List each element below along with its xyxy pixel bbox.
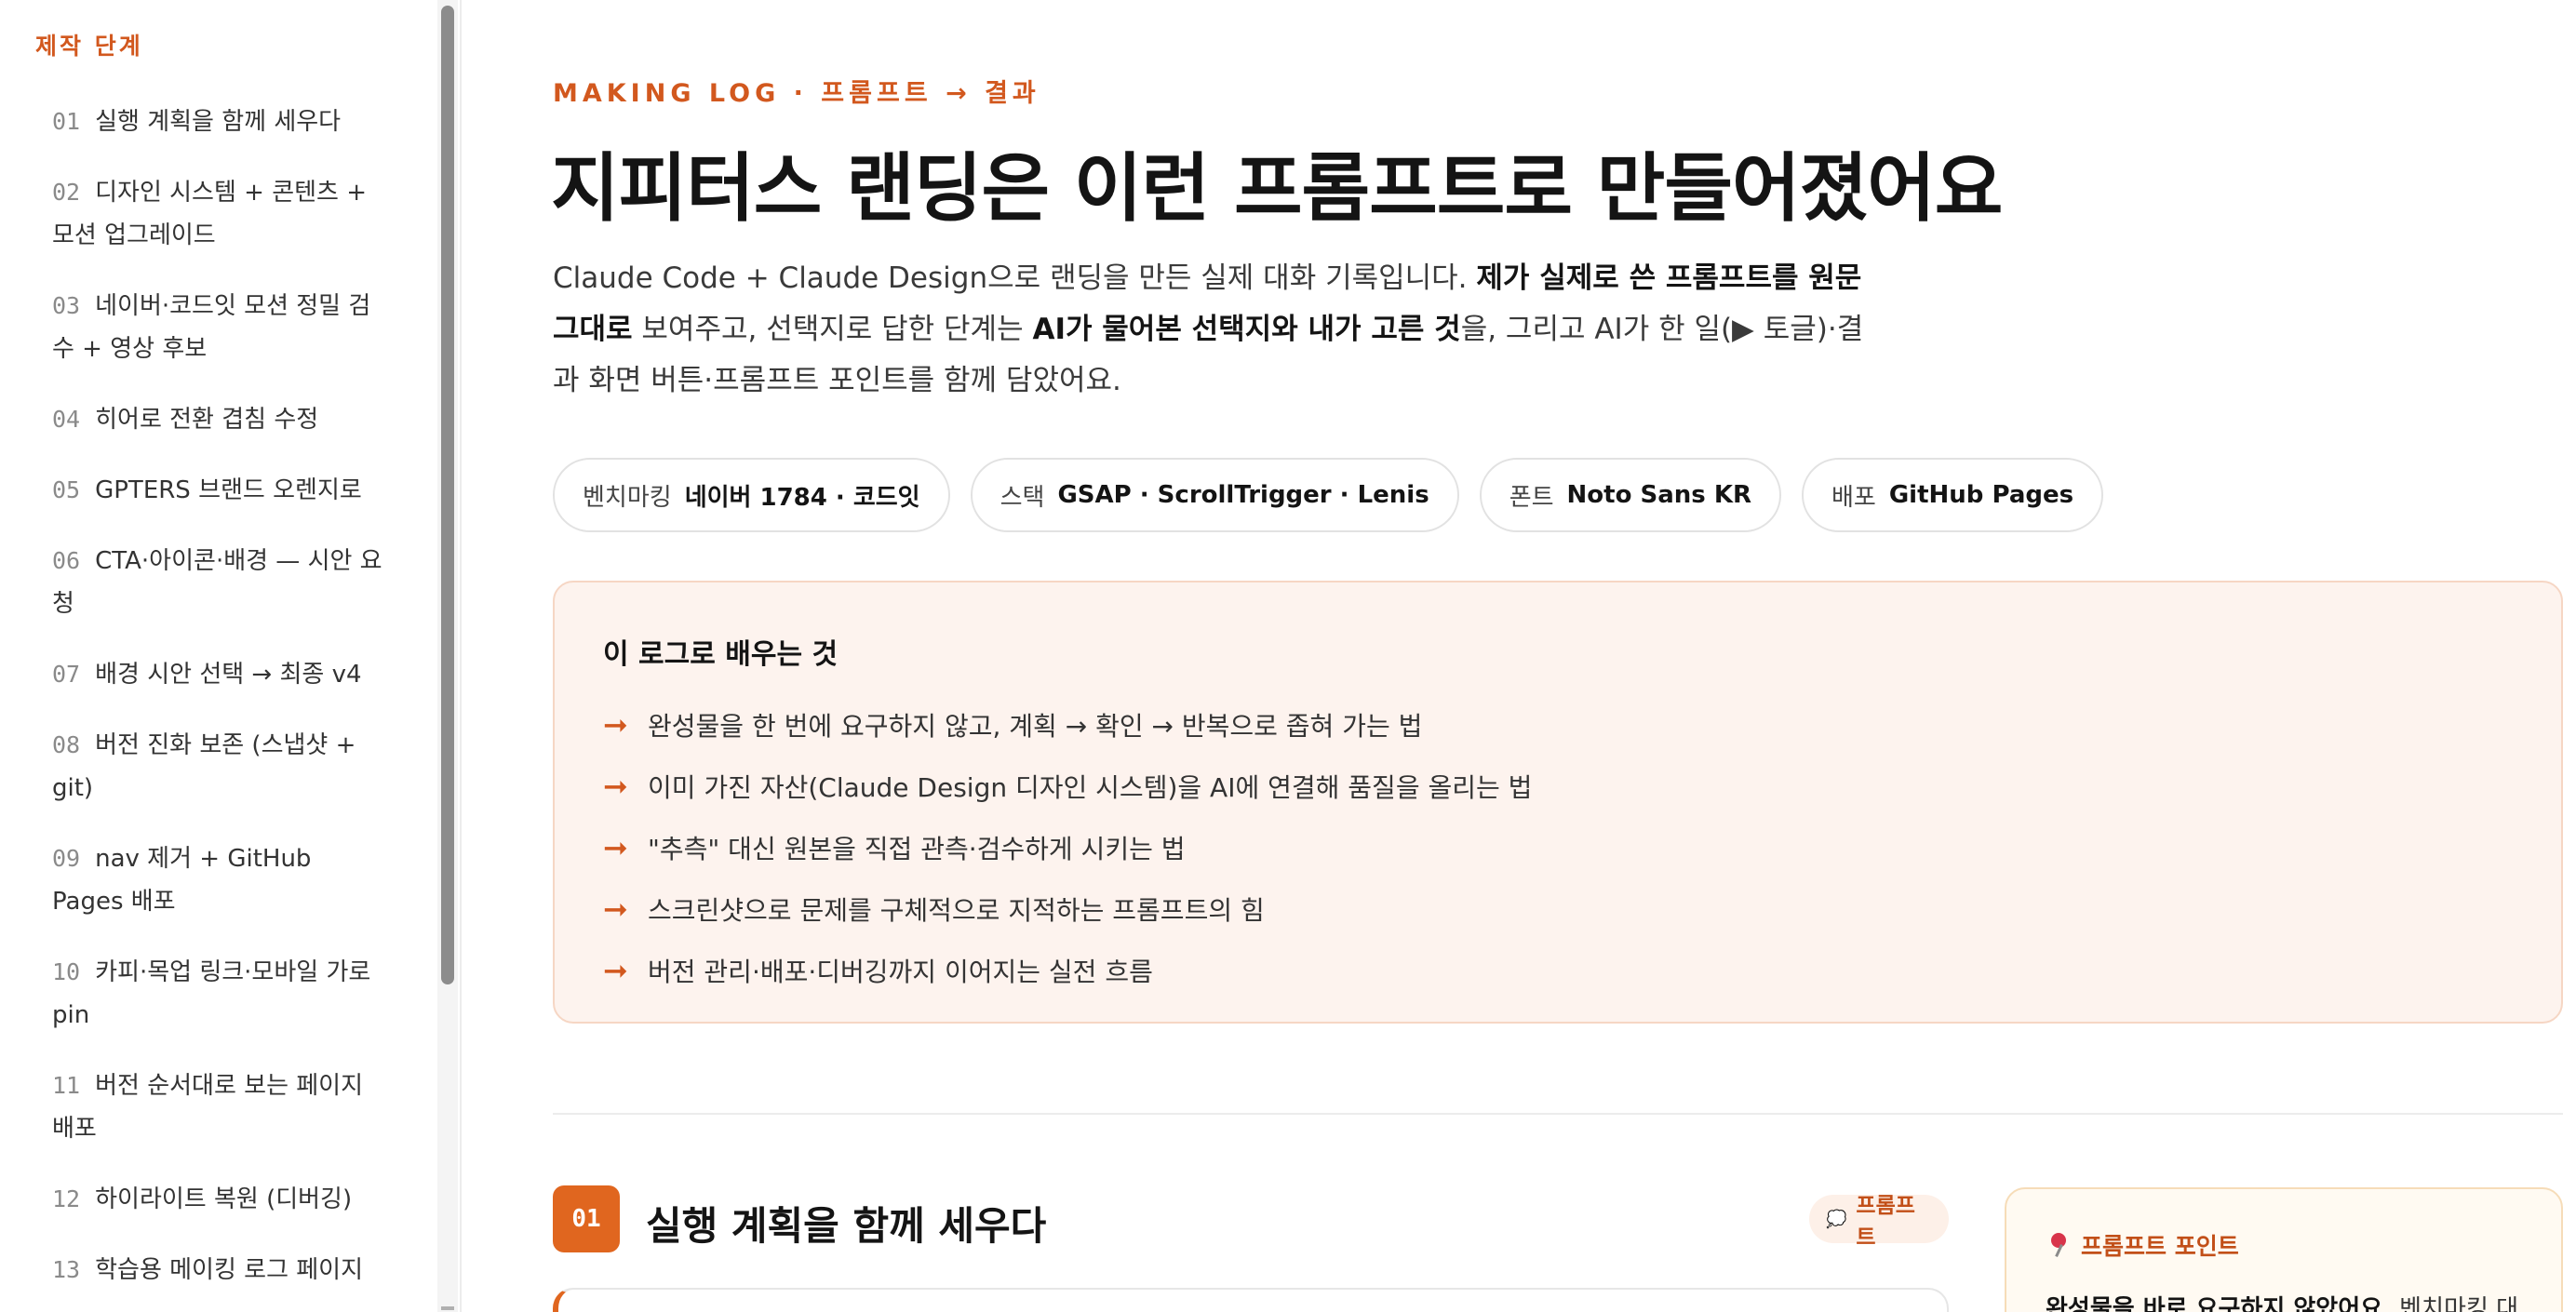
sidebar-step-03[interactable]: 03 네이버·코드잇 모션 정밀 검수 + 영상 후보 — [52, 285, 387, 370]
sidebar-step-01[interactable]: 01 실행 계획을 함께 세우다 — [52, 100, 387, 143]
step-label: 학습용 메이킹 로그 페이지 — [95, 1256, 364, 1284]
chip-key: 배포 — [1831, 483, 1876, 512]
step-label: 히어로 전환 겹침 수정 — [95, 406, 319, 434]
step-number: 01 — [52, 108, 81, 135]
step-number: 05 — [52, 476, 81, 503]
step-number: 09 — [52, 845, 81, 872]
prompt-point-body: 완성물을 바로 요구하지 않았어요. 벤치마킹 대 — [2046, 1290, 2567, 1312]
arrow-right-icon: ➞ — [603, 830, 628, 865]
list-item-text: 완성물을 한 번에 요구하지 않고, 계획 → 확인 → 반복으로 좁혀 가는 … — [648, 711, 1423, 742]
step-number: 04 — [52, 406, 81, 433]
step-label: CTA·아이콘·배경 — 시안 요청 — [52, 547, 382, 618]
step-label: 버전 진화 보존 (스냅샷 + git) — [52, 731, 356, 802]
arrow-right-icon: ➞ — [603, 953, 628, 988]
chip-key: 폰트 — [1509, 483, 1554, 512]
prompt-card — [553, 1288, 1949, 1312]
prompt-point-title: 프롬프트 포인트 — [2046, 1228, 2239, 1262]
prompt-tag: 💭 프롬프트 — [1809, 1194, 1949, 1250]
list-item: ➞ 완성물을 한 번에 요구하지 않고, 계획 → 확인 → 반복으로 좁혀 가는… — [603, 694, 1532, 756]
intro-text-1: Claude Code + Claude Design으로 랜딩을 만든 실제 … — [553, 261, 1477, 295]
step-label: 실행 계획을 함께 세우다 — [95, 108, 342, 136]
step-number: 03 — [52, 292, 81, 319]
sidebar-scrollbar[interactable] — [437, 0, 458, 1312]
sidebar-step-10[interactable]: 10 카피·목업 링크·모바일 가로 pin — [52, 951, 387, 1037]
arrow-right-icon: ➞ — [603, 707, 628, 743]
scroll-down-arrow-icon[interactable] — [441, 1306, 454, 1310]
step-label: 하이라이트 복원 (디버깅) — [95, 1185, 353, 1213]
chip-deploy: 배포 GitHub Pages — [1802, 458, 2104, 532]
chip-value: GitHub Pages — [1888, 481, 2074, 509]
list-item-text: "추측" 대신 원본을 직접 관측·검수하게 시키는 법 — [648, 834, 1186, 864]
sidebar-step-04[interactable]: 04 히어로 전환 겹침 수정 — [52, 398, 387, 441]
step-label: 네이버·코드잇 모션 정밀 검수 + 영상 후보 — [52, 292, 371, 363]
chip-stack: 스택 GSAP · ScrollTrigger · Lenis — [970, 458, 1459, 532]
prompt-point-text: 벤치마킹 대 — [2391, 1295, 2519, 1312]
prompt-point-card: 프롬프트 포인트 완성물을 바로 요구하지 않았어요. 벤치마킹 대 — [2005, 1187, 2563, 1312]
list-item-text: 버전 관리·배포·디버깅까지 이어지는 실전 흐름 — [648, 957, 1153, 987]
list-item: ➞ "추측" 대신 원본을 직접 관측·검수하게 시키는 법 — [603, 817, 1532, 878]
step-list: 01 실행 계획을 함께 세우다 02 디자인 시스템 + 콘텐츠 + 모션 업그레… — [52, 100, 387, 1312]
chip-font: 폰트 Noto Sans KR — [1479, 458, 1781, 532]
prompt-point-label: 프롬프트 포인트 — [2081, 1233, 2239, 1260]
chip-value: GSAP · ScrollTrigger · Lenis — [1057, 481, 1429, 509]
list-item: ➞ 스크린샷으로 문제를 구체적으로 지적하는 프롬프트의 힘 — [603, 878, 1532, 940]
list-item-text: 이미 가진 자산(Claude Design 디자인 시스템)을 AI에 연결해… — [648, 772, 1533, 803]
step-number: 07 — [52, 661, 81, 688]
step-number: 06 — [52, 547, 81, 574]
sidebar-step-02[interactable]: 02 디자인 시스템 + 콘텐츠 + 모션 업그레이드 — [52, 171, 387, 257]
chip-benchmark: 벤치마킹 네이버 1784 · 코드잇 — [553, 458, 950, 532]
step-label: 디자인 시스템 + 콘텐츠 + 모션 업그레이드 — [52, 179, 368, 249]
step-number: 02 — [52, 179, 81, 206]
step-label: GPTERS 브랜드 오렌지로 — [95, 476, 362, 504]
sidebar-step-09[interactable]: 09 nav 제거 + GitHub Pages 배포 — [52, 837, 387, 923]
prompt-point-bold: 완성물을 바로 요구하지 않았어요. — [2046, 1295, 2392, 1312]
speech-bubble-icon: 💭 — [1826, 1209, 1847, 1229]
intro-bold-2: AI가 물어본 선택지와 내가 고른 것 — [1032, 313, 1461, 346]
list-item: ➞ 버전 관리·배포·디버깅까지 이어지는 실전 흐름 — [603, 940, 1532, 1001]
app-window: 제작 단계 01 실행 계획을 함께 세우다 02 디자인 시스템 + 콘텐츠 + … — [0, 0, 2576, 1312]
step-number: 11 — [52, 1072, 81, 1099]
section-divider — [553, 1113, 2563, 1115]
main-content: MAKING LOG · 프롬프트 → 결과 지피터스 랜딩은 이런 프롬프트로… — [462, 0, 2576, 1312]
arrow-right-icon: ➞ — [603, 769, 628, 804]
step-section-01: 01 실행 계획을 함께 세우다 💭 프롬프트 — [553, 1185, 1949, 1312]
sidebar-heading: 제작 단계 — [35, 33, 143, 60]
learning-goals-box: 이 로그로 배우는 것 ➞ 완성물을 한 번에 요구하지 않고, 계획 → 확인 … — [553, 581, 2563, 1024]
sidebar-nav: 제작 단계 01 실행 계획을 함께 세우다 02 디자인 시스템 + 콘텐츠 + … — [0, 0, 462, 1312]
page-title: 지피터스 랜딩은 이런 프롬프트로 만들어졌어요 — [551, 145, 2003, 232]
chip-value: Noto Sans KR — [1566, 481, 1751, 509]
step-number: 10 — [52, 958, 81, 985]
intro-text-2: 보여주고, 선택지로 답한 단계는 — [632, 313, 1033, 346]
step-number-badge: 01 — [553, 1185, 620, 1252]
intro-paragraph: Claude Code + Claude Design으로 랜딩을 만든 실제 … — [553, 253, 1874, 407]
prompt-tag-label: 프롬프트 — [1856, 1194, 1915, 1250]
chip-key: 벤치마킹 — [583, 483, 672, 512]
eyebrow-label: MAKING LOG · 프롬프트 → 결과 — [553, 79, 1040, 108]
step-number: 12 — [52, 1185, 81, 1212]
learning-goals-list: ➞ 완성물을 한 번에 요구하지 않고, 계획 → 확인 → 반복으로 좁혀 가는… — [603, 694, 1532, 1001]
learning-goals-title: 이 로그로 배우는 것 — [603, 638, 839, 671]
chip-key: 스택 — [1000, 483, 1045, 512]
step-number: 08 — [52, 731, 81, 758]
sidebar-step-12[interactable]: 12 하이라이트 복원 (디버깅) — [52, 1178, 387, 1221]
sidebar-step-13[interactable]: 13 학습용 메이킹 로그 페이지 — [52, 1249, 387, 1292]
list-item-text: 스크린샷으로 문제를 구체적으로 지적하는 프롬프트의 힘 — [648, 895, 1265, 926]
step-label: 카피·목업 링크·모바일 가로 pin — [52, 958, 371, 1029]
step-title: 실행 계획을 함께 세우다 — [646, 1203, 1047, 1249]
meta-chips: 벤치마킹 네이버 1784 · 코드잇 스택 GSAP · ScrollTrigge… — [553, 458, 2104, 532]
chip-value: 네이버 1784 · 코드잇 — [684, 483, 920, 512]
list-item: ➞ 이미 가진 자산(Claude Design 디자인 시스템)을 AI에 연결… — [603, 756, 1532, 817]
step-label: nav 제거 + GitHub Pages 배포 — [52, 845, 312, 916]
sidebar-step-11[interactable]: 11 버전 순서대로 보는 페이지 배포 — [52, 1064, 387, 1150]
sidebar-scroll-thumb[interactable] — [441, 6, 454, 984]
step-label: 배경 시안 선택 → 최종 v4 — [95, 661, 362, 689]
sidebar-step-06[interactable]: 06 CTA·아이콘·배경 — 시안 요청 — [52, 540, 387, 625]
sidebar-step-08[interactable]: 08 버전 진화 보존 (스냅샷 + git) — [52, 724, 387, 810]
sidebar-step-07[interactable]: 07 배경 시안 선택 → 최종 v4 — [52, 653, 387, 696]
arrow-right-icon: ➞ — [603, 891, 628, 927]
pushpin-icon — [2046, 1233, 2070, 1257]
step-label: 버전 순서대로 보는 페이지 배포 — [52, 1072, 364, 1143]
sidebar-step-05[interactable]: 05 GPTERS 브랜드 오렌지로 — [52, 469, 387, 512]
step-number: 13 — [52, 1256, 81, 1283]
